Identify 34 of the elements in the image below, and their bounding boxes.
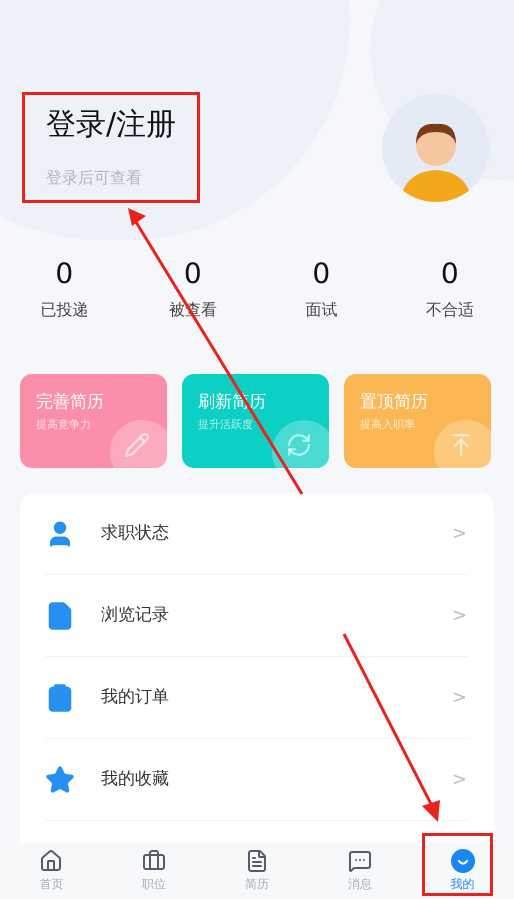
card-title: 完善简历	[36, 392, 105, 414]
pencil-icon	[124, 432, 150, 458]
stat-value: 0	[440, 260, 459, 288]
menu-label: 我的收藏	[101, 768, 170, 791]
stat-value: 0	[55, 260, 74, 288]
smile-icon	[450, 849, 475, 873]
briefcase-icon	[142, 849, 166, 873]
menu-label: 浏览记录	[101, 604, 170, 627]
stat-label[interactable]: 不合适	[426, 298, 474, 322]
chevron-icon: >	[452, 520, 467, 547]
card-subtitle: 提高竞争力	[36, 417, 92, 434]
login-subtitle: 登录后可查看	[46, 167, 143, 189]
chat-icon	[348, 849, 372, 873]
chevron-icon: >	[452, 602, 467, 629]
star-icon	[45, 764, 75, 794]
menu-label: 我的订单	[101, 686, 170, 709]
stat-value: 0	[184, 260, 202, 288]
login-title[interactable]: 登录/注册	[46, 110, 176, 140]
refresh-icon	[286, 432, 312, 458]
stat-label[interactable]: 面试	[305, 298, 338, 322]
card-subtitle: 提升活跃度	[198, 417, 254, 434]
menu-item[interactable]: 求职状态 >	[45, 493, 469, 575]
chevron-icon: >	[452, 684, 467, 711]
stat-value: 0	[312, 260, 330, 288]
annotation-box	[422, 833, 493, 896]
home-icon	[39, 849, 64, 873]
card-title: 置顶简历	[360, 392, 429, 414]
tab-item[interactable]: 我的	[411, 843, 514, 899]
card-subtitle: 提高入职率	[360, 417, 416, 434]
menu-item[interactable]: 浏览记录 >	[45, 575, 469, 657]
chevron-icon: >	[452, 766, 467, 793]
menu-label: 求职状态	[101, 522, 170, 545]
menu-item[interactable]: 我的订单 >	[45, 657, 469, 739]
stat-label[interactable]: 已投递	[40, 298, 88, 322]
